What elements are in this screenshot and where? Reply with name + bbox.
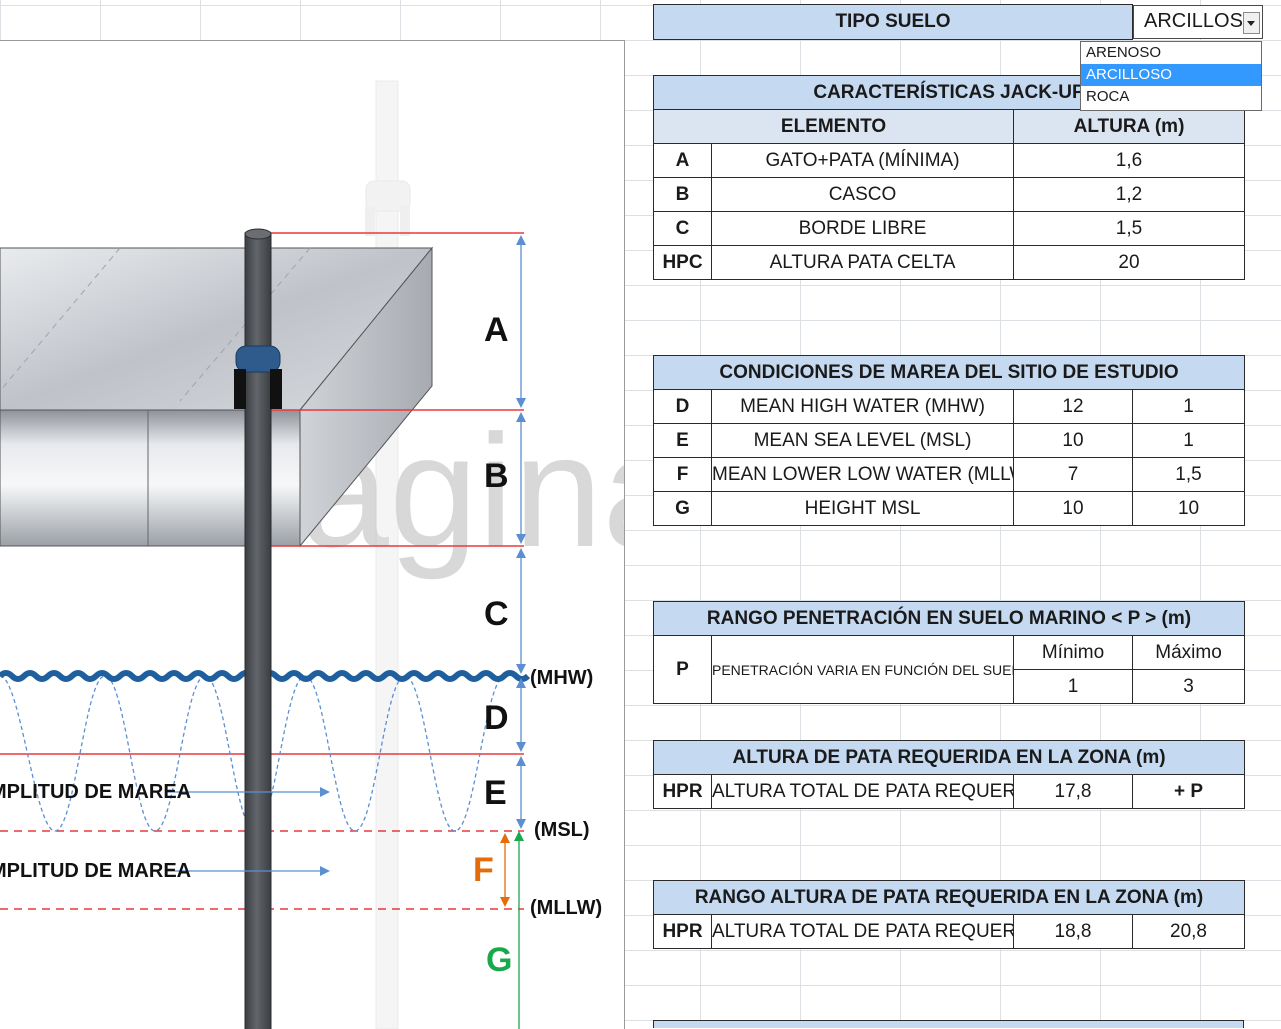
row-key: D — [653, 389, 712, 424]
row-value-2[interactable]: 1 — [1131, 423, 1246, 458]
marea-title: CONDICIONES DE MAREA DEL SITIO DE ESTUDI… — [652, 355, 1246, 390]
table-row: HPR ALTURA TOTAL DE PATA REQUERIDA 17,8 … — [653, 774, 1246, 809]
label-b: B — [484, 457, 509, 495]
penetracion-desc: PENETRACIÓN VARIA EN FUNCIÓN DEL SUELO — [711, 635, 1014, 704]
table-row: B CASCO 1,2 — [653, 177, 1245, 212]
row-key: A — [653, 143, 712, 178]
row-name: MEAN LOWER LOW WATER (MLLW) — [711, 457, 1014, 492]
row-value-1[interactable]: 12 — [1013, 389, 1133, 424]
jack-housing — [235, 345, 281, 373]
label-mhw: (MHW) — [530, 667, 593, 689]
row-key: F — [653, 457, 712, 492]
tipo-suelo-dropdown: ARENOSO ARCILLOSO ROCA — [1080, 41, 1262, 111]
table-row: A GATO+PATA (MÍNIMA) 1,6 — [653, 143, 1245, 178]
penetracion-title: RANGO PENETRACIÓN EN SUELO MARINO < P > … — [652, 601, 1246, 636]
next-table-header — [653, 1020, 1244, 1028]
row-name: MEAN HIGH WATER (MHW) — [711, 389, 1014, 424]
table-row: G HEIGHT MSL 10 10 — [653, 491, 1246, 526]
amplitude-label-1: MPLITUD DE MAREA — [0, 781, 191, 803]
row-name: MEAN SEA LEVEL (MSL) — [711, 423, 1014, 458]
row-name: BORDE LIBRE — [711, 211, 1014, 246]
rango-altura-table: RANGO ALTURA DE PATA REQUERIDA EN LA ZON… — [652, 880, 1246, 949]
row-extra: + P — [1131, 774, 1246, 809]
chevron-down-icon — [1247, 21, 1255, 26]
row-key: G — [653, 491, 712, 526]
row-value[interactable]: 1,6 — [1013, 143, 1245, 178]
row-key: HPC — [653, 245, 712, 280]
tipo-suelo-table: TIPO SUELO — [653, 4, 1133, 40]
penetracion-max-value[interactable]: 3 — [1131, 669, 1246, 704]
row-min[interactable]: 18,8 — [1013, 914, 1133, 949]
penetracion-min-label: Mínimo — [1013, 635, 1133, 670]
row-key: HPR — [653, 914, 712, 949]
row-max[interactable]: 20,8 — [1131, 914, 1246, 949]
row-value[interactable]: 17,8 — [1013, 774, 1133, 809]
row-name: ALTURA TOTAL DE PATA REQUERIDA — [711, 914, 1014, 949]
row-key: B — [653, 177, 712, 212]
label-g: G — [486, 941, 512, 979]
dropdown-option-arcilloso[interactable]: ARCILLOSO — [1081, 64, 1261, 86]
penetracion-min-value[interactable]: 1 — [1013, 669, 1133, 704]
table-row: C BORDE LIBRE 1,5 — [653, 211, 1245, 246]
dropdown-option-arenoso[interactable]: ARENOSO — [1081, 42, 1261, 64]
row-name: GATO+PATA (MÍNIMA) — [711, 143, 1014, 178]
dropdown-option-roca[interactable]: ROCA — [1081, 86, 1261, 108]
row-value-1[interactable]: 10 — [1013, 423, 1133, 458]
row-value-2[interactable]: 1,5 — [1131, 457, 1246, 492]
row-name: CASCO — [711, 177, 1014, 212]
row-key: C — [653, 211, 712, 246]
penetracion-max-label: Máximo — [1131, 635, 1246, 670]
row-key: E — [653, 423, 712, 458]
row-value-1[interactable]: 10 — [1013, 491, 1133, 526]
label-msl: (MSL) — [534, 819, 590, 841]
altura-requerida-title: ALTURA DE PATA REQUERIDA EN LA ZONA (m) — [652, 740, 1246, 775]
row-name: ALTURA PATA CELTA — [711, 245, 1014, 280]
row-value[interactable]: 20 — [1013, 245, 1245, 280]
row-value-1[interactable]: 7 — [1013, 457, 1133, 492]
label-c: C — [484, 595, 509, 633]
amplitude-label-2: MPLITUD DE MAREA — [0, 860, 191, 882]
rango-altura-title: RANGO ALTURA DE PATA REQUERIDA EN LA ZON… — [652, 880, 1246, 915]
table-row: HPC ALTURA PATA CELTA 20 — [653, 245, 1245, 280]
tipo-suelo-value: ARCILLOSO — [1144, 10, 1259, 32]
label-f: F — [473, 851, 494, 889]
label-a: A — [484, 311, 509, 349]
table-row: F MEAN LOWER LOW WATER (MLLW) 7 1,5 — [653, 457, 1246, 492]
dropdown-button[interactable] — [1243, 12, 1260, 34]
row-value-2[interactable]: 10 — [1131, 491, 1246, 526]
table-row: D MEAN HIGH WATER (MHW) 12 1 — [653, 389, 1246, 424]
tipo-suelo-select[interactable]: ARCILLOSO — [1133, 5, 1263, 39]
row-value[interactable]: 1,2 — [1013, 177, 1245, 212]
marea-table: CONDICIONES DE MAREA DEL SITIO DE ESTUDI… — [652, 355, 1246, 526]
altura-requerida-table: ALTURA DE PATA REQUERIDA EN LA ZONA (m) … — [652, 740, 1246, 809]
jackup-col-height: ALTURA (m) — [1013, 109, 1245, 144]
label-e: E — [484, 774, 507, 812]
row-value[interactable]: 1,5 — [1013, 211, 1245, 246]
penetracion-key: P — [653, 635, 712, 704]
jackup-col-element: ELEMENTO — [653, 109, 1014, 144]
table-row: HPR ALTURA TOTAL DE PATA REQUERIDA 18,8 … — [653, 914, 1246, 949]
row-key: HPR — [653, 774, 712, 809]
jackup-diagram: agina 1 — [0, 40, 625, 1029]
tipo-suelo-label: TIPO SUELO — [653, 4, 1133, 40]
label-d: D — [484, 699, 509, 737]
row-value-2[interactable]: 1 — [1131, 389, 1246, 424]
row-name: HEIGHT MSL — [711, 491, 1014, 526]
row-name: ALTURA TOTAL DE PATA REQUERIDA — [711, 774, 1014, 809]
table-row: E MEAN SEA LEVEL (MSL) 10 1 — [653, 423, 1246, 458]
label-mllw: (MLLW) — [530, 897, 602, 919]
penetracion-table: RANGO PENETRACIÓN EN SUELO MARINO < P > … — [652, 601, 1246, 704]
